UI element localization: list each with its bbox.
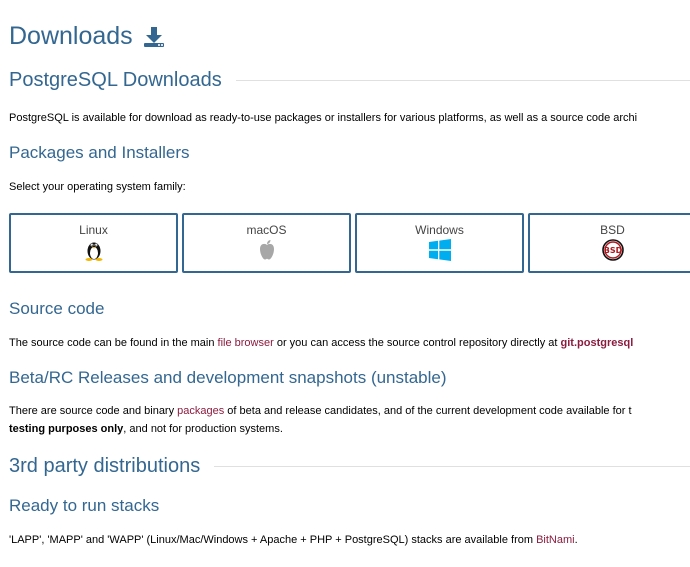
source-text-middle: or you can access the source control rep…	[273, 337, 561, 349]
beta-text: There are source code and binary package…	[9, 402, 632, 438]
ready-stacks-heading: Ready to run stacks	[9, 496, 160, 515]
bsd-icon: BSD	[601, 239, 625, 261]
os-prompt: Select your operating system family:	[9, 181, 186, 193]
beta-text-before: There are source code and binary	[9, 405, 178, 417]
packages-link[interactable]: packages	[177, 405, 224, 417]
os-bsd-button[interactable]: BSD BSD	[528, 213, 690, 273]
windows-icon	[428, 239, 452, 261]
os-linux-label: Linux	[79, 223, 108, 237]
stacks-text-end: .	[574, 534, 578, 546]
os-macos-button[interactable]: macOS	[182, 213, 351, 273]
heading-divider	[214, 466, 690, 467]
beta-bold-text: testing purposes only	[9, 423, 124, 435]
stacks-text-body: 'LAPP', 'MAPP' and 'WAPP' (Linux/Mac/Win…	[9, 534, 537, 546]
source-code-heading: Source code	[9, 299, 105, 318]
os-linux-button[interactable]: Linux	[9, 213, 178, 273]
beta-text-after: of beta and release candidates, and of t…	[224, 405, 632, 417]
source-code-text: The source code can be found in the main…	[9, 334, 633, 352]
page-title-text: Downloads	[9, 22, 133, 50]
os-bsd-label: BSD	[600, 223, 625, 237]
beta-text-end: , and not for production systems.	[123, 423, 283, 435]
source-text-before: The source code can be found in the main	[9, 337, 218, 349]
linux-tux-icon	[84, 239, 104, 261]
file-browser-link[interactable]: file browser	[218, 337, 274, 349]
os-selector: Linux macOS Windows BSD BSD	[9, 213, 690, 273]
bitnami-link[interactable]: BitNami	[536, 534, 575, 546]
os-windows-label: Windows	[415, 223, 464, 237]
downloads-page: Downloads PostgreSQL Downloads PostgreSQ…	[0, 0, 690, 567]
intro-text: PostgreSQL is available for download as …	[9, 112, 638, 124]
svg-text:BSD: BSD	[603, 246, 622, 255]
beta-heading: Beta/RC Releases and development snapsho…	[9, 368, 447, 387]
os-windows-button[interactable]: Windows	[355, 213, 524, 273]
download-icon	[143, 26, 165, 48]
third-party-heading-text: 3rd party distributions	[9, 455, 201, 477]
postgresql-downloads-heading-text: PostgreSQL Downloads	[9, 69, 222, 91]
os-macos-label: macOS	[246, 223, 287, 237]
apple-icon	[257, 239, 277, 261]
page-title: Downloads	[9, 22, 165, 51]
packages-heading: Packages and Installers	[9, 143, 190, 162]
third-party-heading: 3rd party distributions	[9, 455, 690, 478]
stacks-text: 'LAPP', 'MAPP' and 'WAPP' (Linux/Mac/Win…	[9, 531, 578, 549]
git-postgresql-link[interactable]: git.postgresql	[561, 337, 634, 349]
postgresql-downloads-heading: PostgreSQL Downloads	[9, 69, 690, 92]
heading-divider	[235, 80, 690, 81]
